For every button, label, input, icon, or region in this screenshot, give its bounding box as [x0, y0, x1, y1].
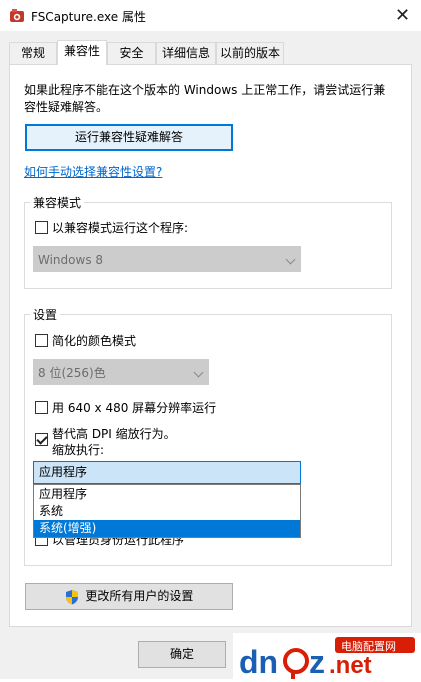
- tab-previous-versions[interactable]: 以前的版本: [216, 42, 284, 64]
- settings-group-label: 设置: [30, 306, 61, 323]
- svg-text:dn: dn: [239, 644, 278, 679]
- fscapture-app-icon: [9, 8, 25, 24]
- ok-button[interactable]: 确定: [138, 641, 226, 668]
- dpi-scaling-options: 应用程序 系统 系统(增强): [33, 484, 301, 538]
- compat-mode-select-value: Windows 8: [38, 253, 104, 267]
- reduced-color-label: 简化的颜色模式: [52, 334, 137, 348]
- intro-text-line2: 容性疑难解答。: [24, 100, 109, 114]
- dpi-option-system-enhanced[interactable]: 系统(增强): [34, 520, 300, 537]
- dpi-scaling-sub-label: 缩放执行:: [52, 443, 105, 457]
- dpi-option-application[interactable]: 应用程序: [34, 486, 300, 503]
- compat-mode-group-label: 兼容模式: [30, 194, 85, 211]
- reduced-color-checkbox[interactable]: [35, 334, 48, 347]
- svg-text:z: z: [309, 644, 325, 679]
- tab-details[interactable]: 详细信息: [156, 42, 216, 64]
- svg-text:.net: .net: [329, 652, 372, 679]
- all-users-settings-label: 更改所有用户的设置: [85, 589, 194, 603]
- chevron-down-icon: [285, 254, 296, 265]
- run-640x480-label: 用 640 x 480 屏幕分辨率运行: [52, 401, 217, 415]
- run-640x480-checkbox[interactable]: [35, 401, 48, 414]
- dpi-override-checkbox[interactable]: [35, 433, 48, 446]
- svg-text:电脑配置网: 电脑配置网: [341, 640, 396, 653]
- site-watermark-logo: dn z .net 电脑配置网: [233, 633, 421, 680]
- intro-text-line1: 如果此程序不能在这个版本的 Windows 上正常工作，请尝试运行兼: [24, 83, 386, 97]
- tab-security[interactable]: 安全: [107, 42, 156, 64]
- dpi-override-label: 替代高 DPI 缩放行为。: [52, 427, 176, 441]
- compat-mode-checkbox[interactable]: [35, 221, 48, 234]
- compat-mode-select: Windows 8: [33, 246, 301, 272]
- window-title: FSCapture.exe 属性: [31, 10, 146, 24]
- all-users-settings-button[interactable]: 更改所有用户的设置: [25, 583, 233, 610]
- tab-compatibility[interactable]: 兼容性: [57, 40, 107, 65]
- dpi-scaling-select[interactable]: 应用程序: [33, 461, 301, 484]
- tab-general[interactable]: 常规: [9, 42, 57, 64]
- run-troubleshooter-button[interactable]: 运行兼容性疑难解答: [25, 124, 233, 151]
- close-icon[interactable]: ✕: [385, 1, 420, 30]
- uac-shield-icon: [65, 589, 79, 605]
- dpi-option-system[interactable]: 系统: [34, 503, 300, 520]
- chevron-down-icon: [193, 367, 204, 378]
- compat-mode-checkbox-label: 以兼容模式运行这个程序:: [52, 221, 189, 235]
- color-depth-select: 8 位(256)色: [33, 359, 209, 385]
- color-depth-select-value: 8 位(256)色: [38, 366, 106, 380]
- manual-settings-link[interactable]: 如何手动选择兼容性设置?: [24, 163, 162, 180]
